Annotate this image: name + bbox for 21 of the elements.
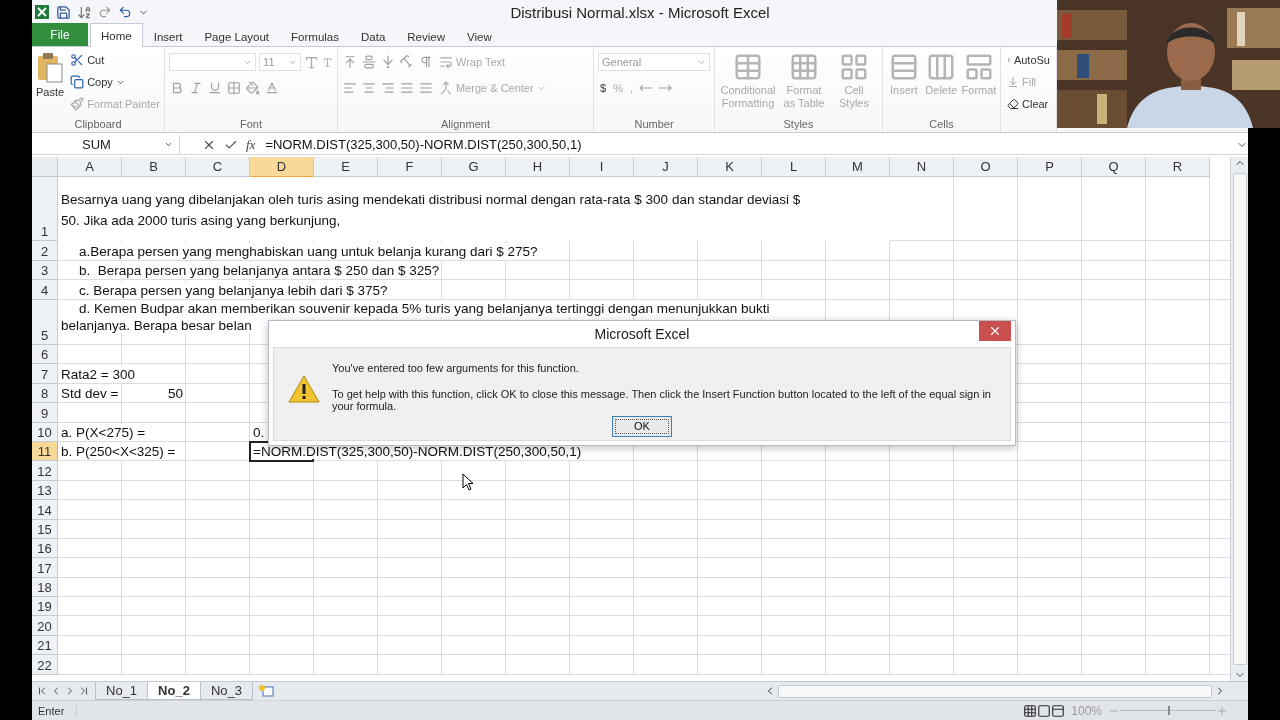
- cell-text: belanjanya. Berapa besar belan: [61, 317, 252, 334]
- cell-text: a. P(X<275) =: [61, 423, 146, 441]
- dialog-title: Microsoft Excel: [594, 326, 690, 342]
- cell-text: b. Berapa persen yang belanjanya antara $ 250 dan $ 325?: [79, 262, 440, 279]
- group-label: Clipboard: [74, 117, 122, 132]
- group-label: Number: [634, 117, 674, 132]
- group-label: Font: [240, 117, 262, 132]
- window-title: Distribusi Normal.xlsx - Microsoft Excel: [510, 3, 770, 21]
- group-label: Styles: [783, 117, 814, 132]
- group-label: Cells: [929, 117, 954, 132]
- group-label: Alignment: [441, 117, 490, 132]
- status-mode: Enter: [32, 704, 78, 717]
- cell-text: a.Berapa persen yang menghabiskan uang untuk belanja kurang dari $ 275?: [79, 242, 538, 260]
- name-box-text: SUM: [82, 137, 111, 152]
- cell-text: Rata2 = 300: [61, 365, 135, 383]
- cell-text: c. Berapa persen yang belanjanya lebih dari $ 375?: [79, 281, 388, 299]
- zoom-level: 100%: [1071, 703, 1102, 718]
- cell-text: b. P(250<X<325) =: [61, 443, 176, 461]
- dialog-help-text: To get help with this function, click OK to close this message. Then click the Insert Function button located to the left of the equal sign in your formula.: [332, 387, 992, 412]
- cell-text: d. Kemen Budpar akan memberikan souvenir kepada 5% turis yang belanjanya tertinggi dengan menunjukkan bukti: [79, 300, 770, 317]
- dialog-message: You've entered too few arguments for this function.: [332, 361, 580, 374]
